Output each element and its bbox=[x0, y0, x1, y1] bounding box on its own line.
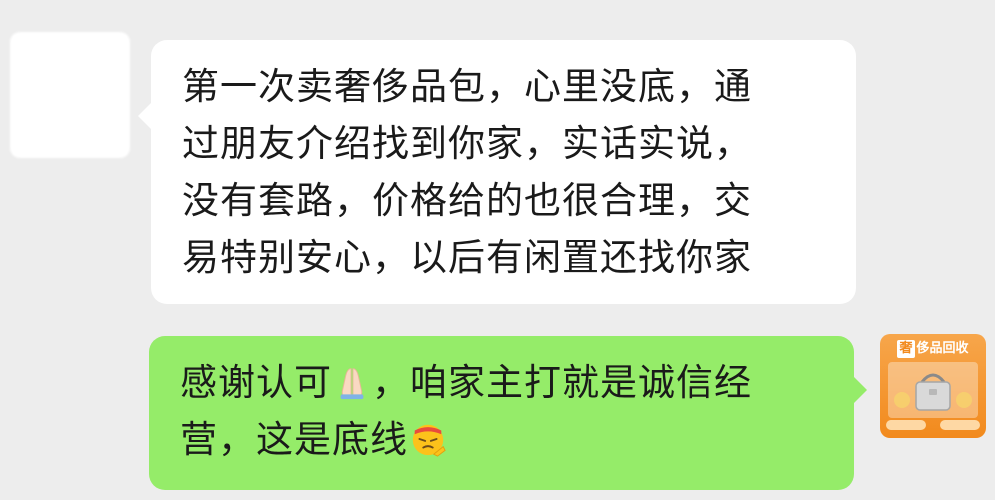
message-text-line: 过朋友介绍找到你家，实话实说， bbox=[182, 122, 752, 165]
message-text-line: 感谢认可 ，咱家主打就是诚信经 bbox=[180, 354, 834, 411]
avatar-banner-lead: 奢 bbox=[897, 340, 915, 358]
message-text-line: 没有套路，价格给的也很合理，交 bbox=[182, 179, 752, 222]
avatar-footer-bar bbox=[886, 420, 926, 430]
chat-window: 第一次卖奢侈品包，心里没底，通 过朋友介绍找到你家，实话实说， 没有套路，价格给… bbox=[0, 0, 995, 500]
saluting-face-emoji-icon bbox=[412, 424, 446, 457]
message-text-line: 第一次卖奢侈品包，心里没底，通 bbox=[182, 65, 752, 108]
message-text-line: 营，这是底线 bbox=[180, 411, 834, 468]
handbag-icon bbox=[888, 362, 978, 418]
message-text-line: 易特别安心，以后有闲置还找你家 bbox=[182, 236, 752, 279]
avatar-banner-text: 侈品回收 bbox=[916, 341, 969, 356]
avatar-banner: 奢侈品回收 bbox=[884, 340, 982, 358]
message-text-segment: 感谢认可 bbox=[180, 361, 332, 404]
avatar-footer-bar bbox=[940, 420, 980, 430]
message-text-segment: 营，这是底线 bbox=[180, 418, 408, 461]
incoming-message-bubble[interactable]: 第一次卖奢侈品包，心里没底，通 过朋友介绍找到你家，实话实说， 没有套路，价格给… bbox=[138, 40, 856, 304]
avatar-footer-bars bbox=[886, 420, 980, 432]
message-text-segment: ，咱家主打就是诚信经 bbox=[372, 361, 752, 404]
contact-avatar[interactable] bbox=[10, 32, 130, 158]
folded-hands-emoji-icon bbox=[340, 368, 364, 400]
outgoing-message-bubble[interactable]: 感谢认可 ，咱家主打就是诚信经 营，这是底线 bbox=[149, 336, 867, 490]
my-avatar[interactable]: 奢侈品回收 bbox=[880, 334, 986, 438]
